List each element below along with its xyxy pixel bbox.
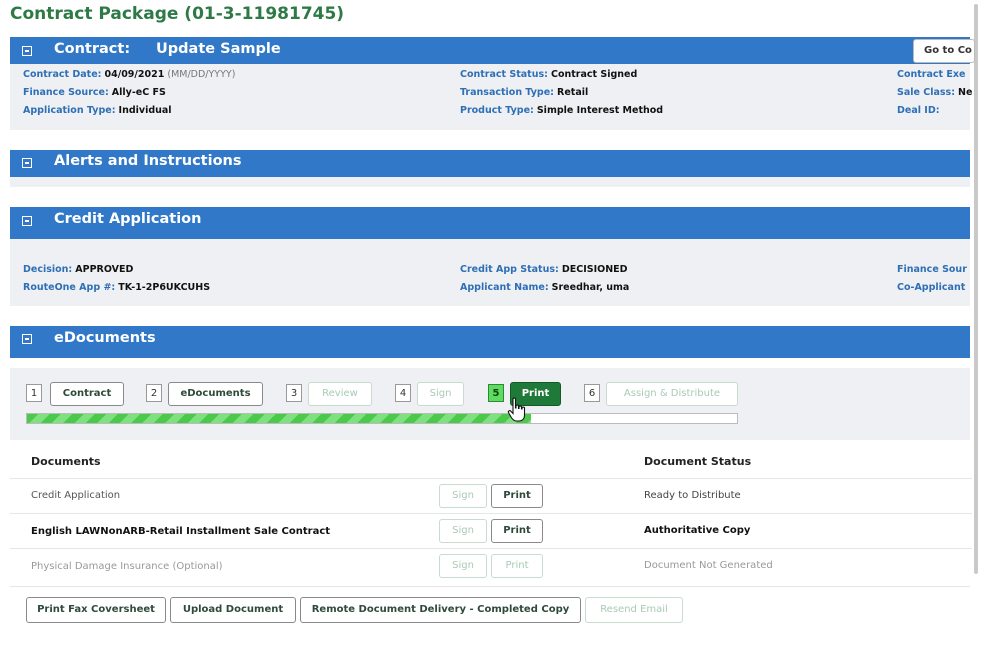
document-name: Credit Application <box>31 490 121 501</box>
sign-button[interactable]: Sign <box>439 484 487 508</box>
edocuments-wizard-panel <box>10 368 970 440</box>
step-assign-distribute-button[interactable]: Assign & Distribute <box>606 382 738 406</box>
sale-class-field: Sale Class: Ne <box>897 87 973 98</box>
contract-status-field: Contract Status: Contract Signed <box>460 69 638 80</box>
wizard-progress-bar <box>26 413 738 424</box>
step-number-2: 2 <box>146 384 162 402</box>
print-fax-coversheet-button[interactable]: Print Fax Coversheet <box>26 597 166 623</box>
alerts-section-label: Alerts and Instructions <box>54 153 242 169</box>
go-to-contract-button[interactable]: Go to Co <box>913 39 975 63</box>
step-number-4: 4 <box>395 384 411 402</box>
credit-application-section-label: Credit Application <box>54 211 202 227</box>
sign-button[interactable]: Sign <box>439 519 487 543</box>
remote-document-delivery-button[interactable]: Remote Document Delivery - Completed Cop… <box>300 597 581 623</box>
contract-date-field: Contract Date: 04/09/2021 (MM/DD/YYYY) <box>23 69 236 80</box>
print-button[interactable]: Print <box>491 519 543 543</box>
credit-application-section-header[interactable]: Credit Application <box>10 207 970 239</box>
upload-document-button[interactable]: Upload Document <box>170 597 296 623</box>
step-review-button[interactable]: Review <box>308 382 372 406</box>
document-status: Authoritative Copy <box>644 525 751 536</box>
application-type-field: Application Type: Individual <box>23 105 172 116</box>
contract-section-header[interactable]: Contract: Update Sample <box>10 37 970 64</box>
collapse-icon[interactable] <box>22 46 32 56</box>
page-scrollbar[interactable] <box>974 4 978 574</box>
step-number-6: 6 <box>584 384 600 402</box>
document-status-column-header: Document Status <box>644 455 752 468</box>
page-title: Contract Package (01-3-11981745) <box>10 4 345 24</box>
step-sign-button[interactable]: Sign <box>417 382 464 406</box>
hand-pointer-cursor-icon <box>507 397 526 422</box>
contract-section-label: Contract: <box>54 41 131 57</box>
alerts-section-header[interactable]: Alerts and Instructions <box>10 150 970 177</box>
document-status: Ready to Distribute <box>644 490 741 501</box>
table-row: Credit Application Sign Print Ready to D… <box>10 478 972 513</box>
print-button[interactable]: Print <box>491 554 543 578</box>
contract-section-subtitle: Update Sample <box>156 41 281 57</box>
document-name: English LAWNonARB-Retail Installment Sal… <box>31 526 331 537</box>
sign-button[interactable]: Sign <box>439 554 487 578</box>
wizard-progress-fill <box>27 414 532 423</box>
product-type-field: Product Type: Simple Interest Method <box>460 105 664 116</box>
finance-source-field: Finance Source: Ally-eC FS <box>23 87 166 98</box>
credit-application-details: Decision: APPROVED RouteOne App #: TK-1-… <box>10 239 970 306</box>
step-number-1: 1 <box>26 384 42 402</box>
step-contract-button[interactable]: Contract <box>50 382 124 406</box>
resend-email-button[interactable]: Resend Email <box>585 597 683 623</box>
print-button[interactable]: Print <box>491 484 543 508</box>
step-edocuments-button[interactable]: eDocuments <box>168 382 263 406</box>
collapse-icon[interactable] <box>22 334 32 344</box>
step-number-5: 5 <box>488 384 504 402</box>
credit-finance-source-field: Finance Sour <box>897 264 967 275</box>
deal-id-field: Deal ID: <box>897 105 940 116</box>
document-name: Physical Damage Insurance (Optional) <box>31 561 223 572</box>
table-row: Physical Damage Insurance (Optional) Sig… <box>10 548 972 583</box>
document-status: Document Not Generated <box>644 560 773 571</box>
collapse-icon[interactable] <box>22 158 32 168</box>
credit-app-status-field: Credit App Status: DECISIONED <box>460 264 628 275</box>
co-applicant-field: Co-Applicant <box>897 282 966 293</box>
documents-table-header: Documents Document Status <box>10 448 970 475</box>
collapse-icon[interactable] <box>22 216 32 226</box>
contract-exec-field: Contract Exe <box>897 69 966 80</box>
routeone-app-field: RouteOne App #: TK-1-2P6UKCUHS <box>23 282 211 293</box>
alerts-body <box>10 177 970 187</box>
documents-column-header: Documents <box>31 455 101 468</box>
transaction-type-field: Transaction Type: Retail <box>460 87 589 98</box>
decision-field: Decision: APPROVED <box>23 264 134 275</box>
edocuments-section-header[interactable]: eDocuments <box>10 326 970 358</box>
step-number-3: 3 <box>286 384 302 402</box>
edocuments-section-label: eDocuments <box>54 330 156 346</box>
applicant-name-field: Applicant Name: Sreedhar, uma <box>460 282 630 293</box>
contract-details: Contract Date: 04/09/2021 (MM/DD/YYYY) F… <box>10 64 973 130</box>
table-row: English LAWNonARB-Retail Installment Sal… <box>10 513 972 548</box>
